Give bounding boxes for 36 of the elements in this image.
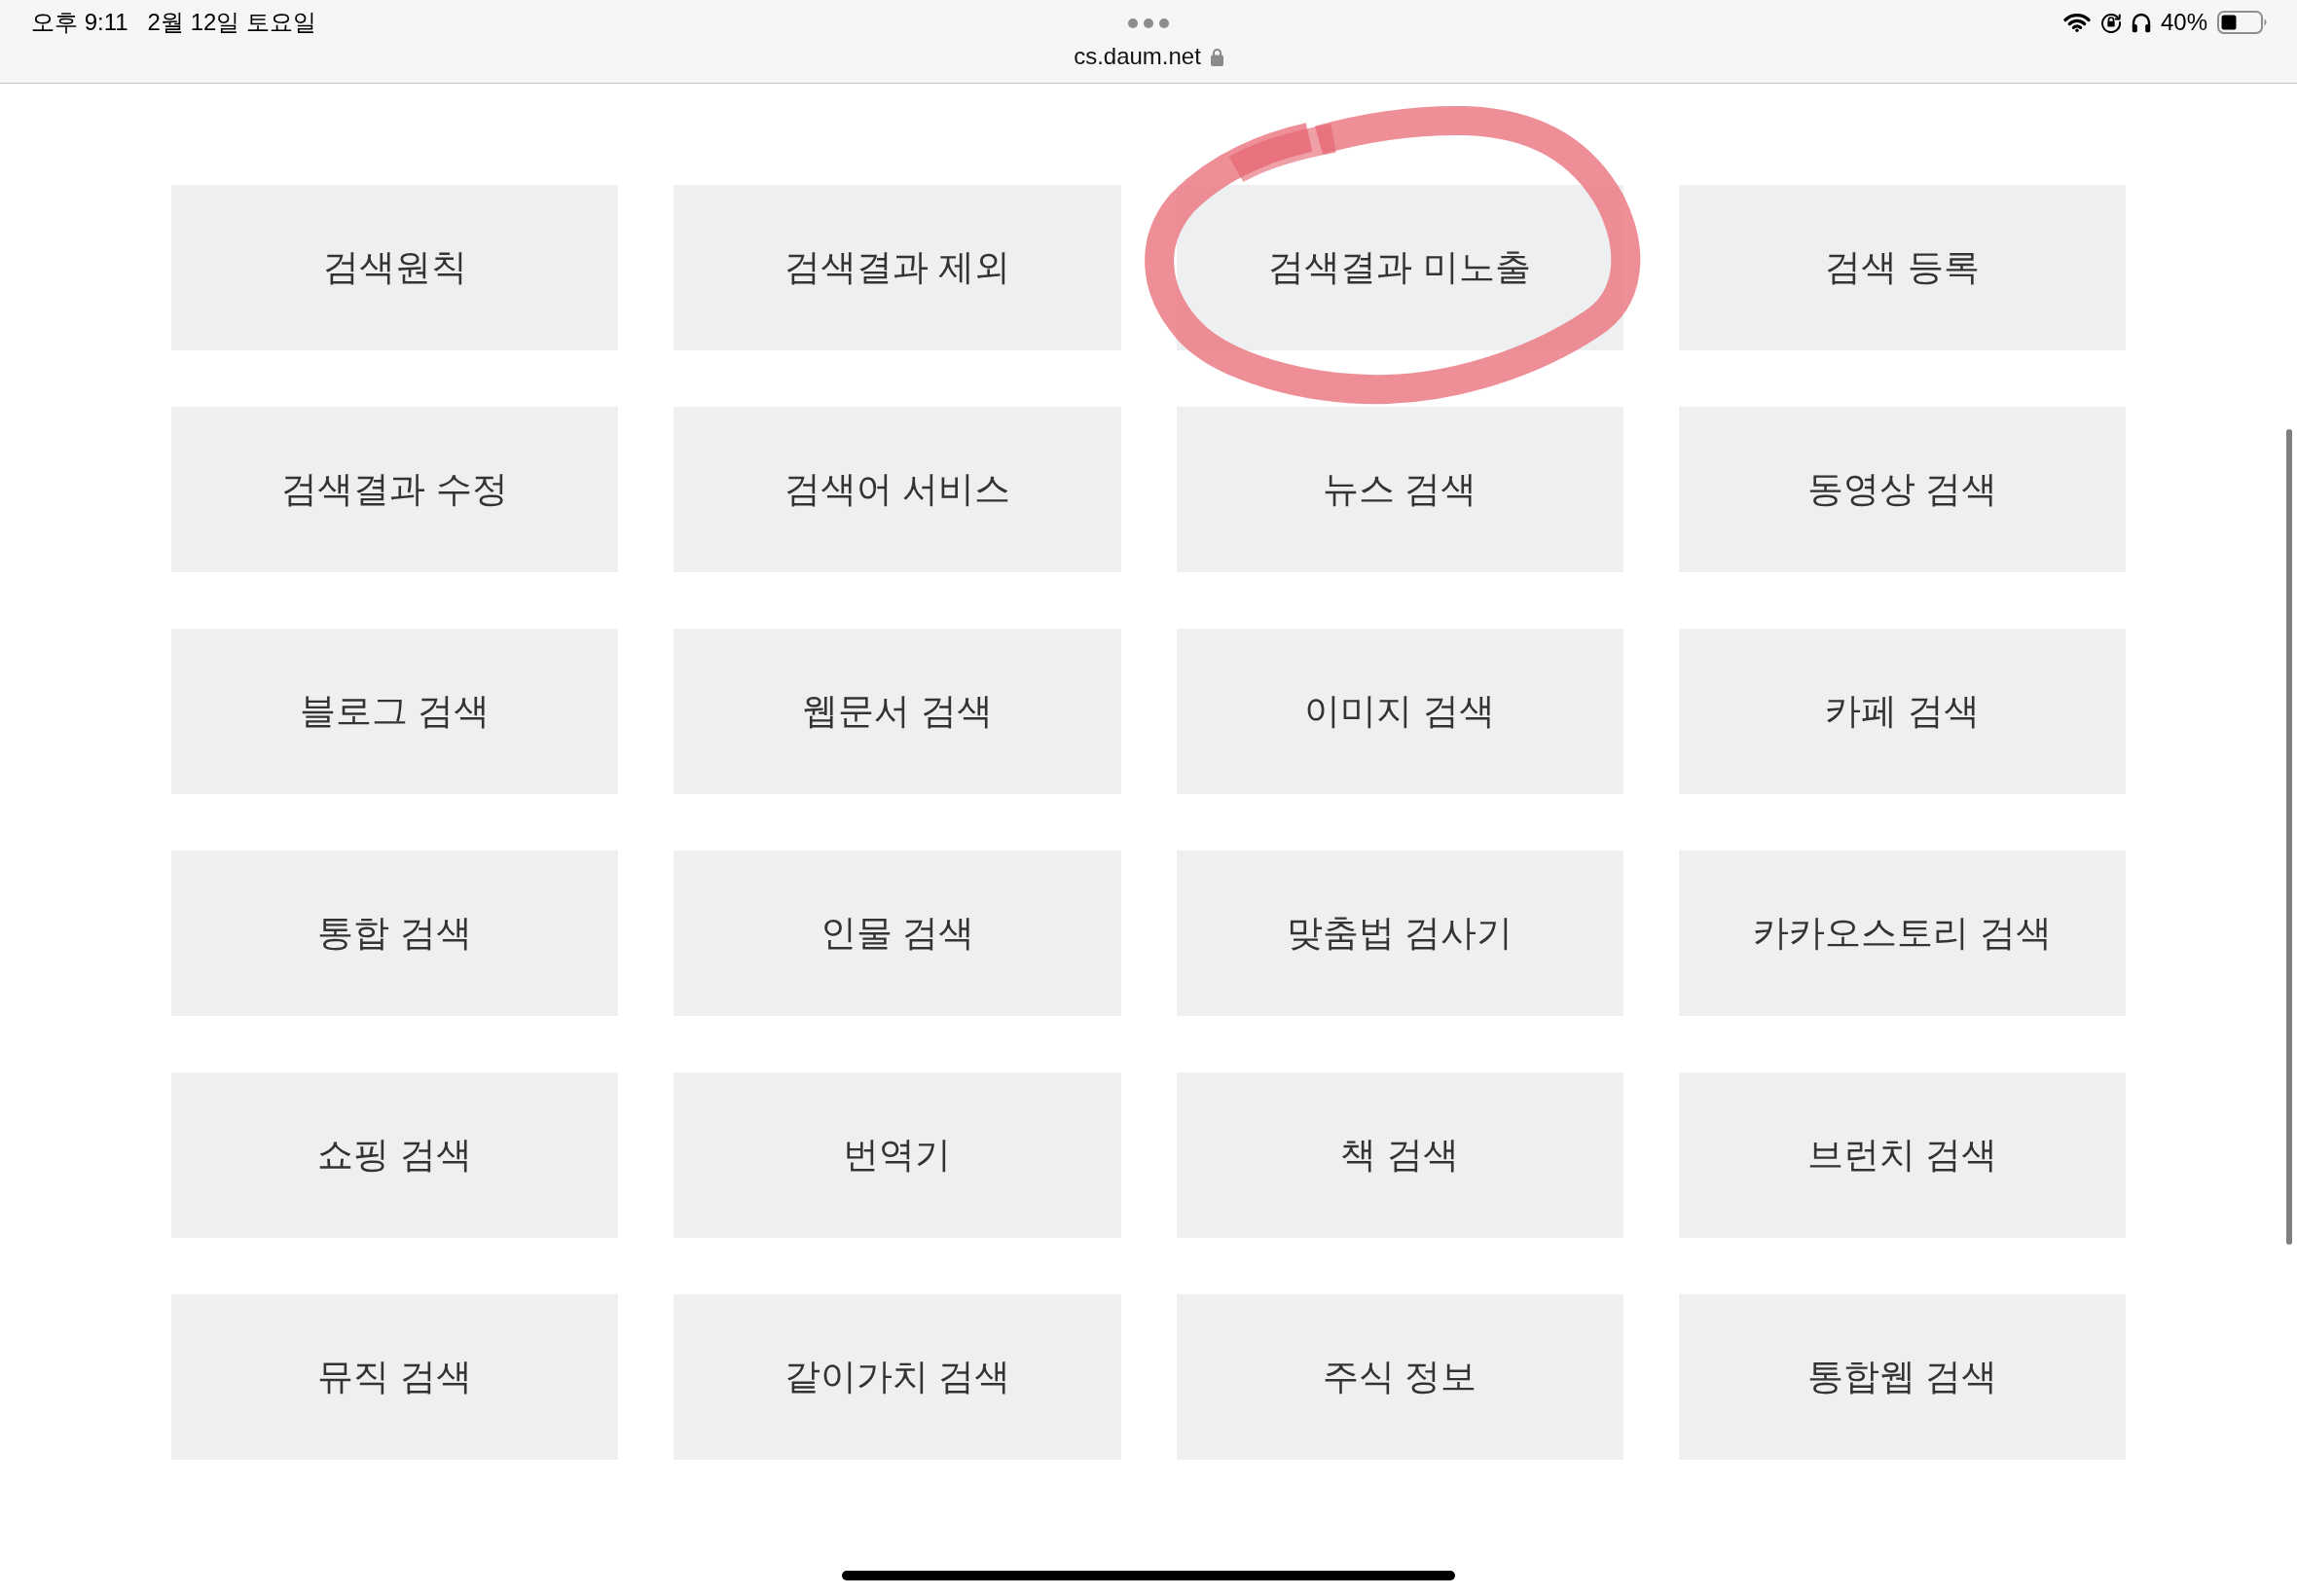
menu-tile[interactable]: 쇼핑 검색 [171, 1072, 619, 1238]
more-dots-icon[interactable] [1128, 18, 1169, 28]
menu-tile[interactable]: 통합웹 검색 [1678, 1294, 2126, 1460]
menu-tile[interactable]: 뉴스 검색 [1176, 407, 1623, 572]
menu-tile[interactable]: 검색원칙 [171, 185, 619, 350]
menu-tile[interactable]: 검색결과 수정 [171, 407, 619, 572]
menu-tile[interactable]: 브런치 검색 [1678, 1072, 2126, 1238]
menu-tile[interactable]: 같이가치 검색 [674, 1294, 1121, 1460]
menu-tile[interactable]: 검색결과 제외 [674, 185, 1121, 350]
lock-icon [1210, 47, 1223, 66]
menu-tile[interactable]: 맞춤법 검사기 [1176, 851, 1623, 1016]
menu-tile[interactable]: 이미지 검색 [1176, 629, 1623, 794]
rotation-lock-icon [2099, 12, 2122, 33]
home-indicator[interactable] [842, 1571, 1455, 1580]
menu-tile[interactable]: 카페 검색 [1678, 629, 2126, 794]
menu-tile[interactable]: 뮤직 검색 [171, 1294, 619, 1460]
menu-tile[interactable]: 검색 등록 [1678, 185, 2126, 350]
menu-tile[interactable]: 블로그 검색 [171, 629, 619, 794]
menu-tile[interactable]: 통합 검색 [171, 851, 619, 1016]
menu-tile[interactable]: 검색결과 미노출 [1176, 185, 1623, 350]
status-time: 오후 9:11 [31, 8, 128, 37]
menu-tile[interactable]: 번역기 [674, 1072, 1121, 1238]
headphones-icon [2131, 12, 2151, 33]
menu-tile[interactable]: 책 검색 [1176, 1072, 1623, 1238]
battery-icon [2217, 11, 2268, 34]
menu-tile[interactable]: 동영상 검색 [1678, 407, 2126, 572]
menu-tile[interactable]: 주식 정보 [1176, 1294, 1623, 1460]
wifi-icon [2062, 13, 2091, 32]
menu-tile[interactable]: 검색어 서비스 [674, 407, 1121, 572]
battery-percent: 40% [2160, 8, 2207, 37]
menu-tile[interactable]: 웹문서 검색 [674, 629, 1121, 794]
status-date: 2월 12일 토요일 [147, 8, 316, 37]
url-text[interactable]: cs.daum.net [1074, 43, 1201, 70]
scrollbar-thumb[interactable] [2286, 429, 2292, 1245]
menu-tile[interactable]: 카카오스토리 검색 [1678, 851, 2126, 1016]
menu-tile[interactable]: 인물 검색 [674, 851, 1121, 1016]
